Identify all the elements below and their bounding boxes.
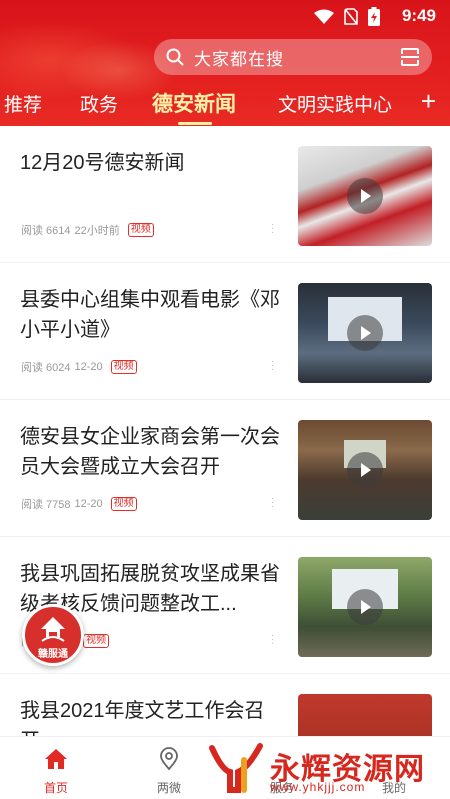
- more-options-icon[interactable]: · · ·: [271, 631, 274, 649]
- ganfutong-float-button[interactable]: 赣服通: [22, 604, 84, 666]
- tab-dean-news[interactable]: 德安新闻: [152, 88, 236, 118]
- list-item[interactable]: 德安县女企业家商会第一次会员大会暨成立大会召开 阅读 7758 12-20 视频…: [0, 400, 450, 537]
- app-header: 9:49 大家都在搜 推荐 政务 德安新闻 文明实践中心 +: [0, 0, 450, 126]
- battery-charging-icon: [368, 7, 380, 26]
- more-options-icon[interactable]: · · ·: [271, 220, 274, 238]
- float-button-label: 赣服通: [38, 649, 68, 660]
- news-thumbnail: [298, 146, 432, 246]
- video-badge: 视频: [110, 497, 137, 511]
- read-count: 阅读 6614: [21, 225, 71, 237]
- news-thumbnail: [298, 557, 432, 657]
- nav-label: 两微: [156, 781, 181, 795]
- read-count: 阅读 7758: [21, 499, 71, 511]
- publish-time: 12-20: [74, 361, 103, 373]
- status-time: 9:49: [401, 6, 436, 25]
- play-icon: [347, 452, 383, 488]
- tab-government[interactable]: 政务: [80, 90, 118, 117]
- news-thumbnail: [298, 283, 432, 383]
- nav-home[interactable]: 首页: [16, 737, 96, 799]
- more-options-icon[interactable]: · · ·: [271, 357, 274, 375]
- status-icons: [314, 7, 380, 26]
- ganfutong-logo-icon: [41, 617, 65, 642]
- no-sim-icon: [344, 8, 358, 25]
- tab-recommend[interactable]: 推荐: [4, 90, 42, 117]
- tab-civilization-center[interactable]: 文明实践中心: [278, 90, 400, 117]
- add-tab-icon[interactable]: +: [421, 88, 436, 114]
- active-tab-indicator: [178, 122, 212, 125]
- read-count: 阅读 6024: [21, 362, 71, 374]
- news-title: 县委中心组集中观看电影《邓小平小道》: [20, 289, 280, 341]
- scan-icon[interactable]: [400, 47, 420, 67]
- list-item[interactable]: 12月20号德安新闻 阅读 6614 22小时前 视频 · · ·: [0, 126, 450, 263]
- watermark-url: www.yhkjjj.com: [270, 780, 366, 794]
- search-placeholder: 大家都在搜: [194, 49, 284, 69]
- watermark-logo-icon: [209, 743, 263, 793]
- publish-time: 12-20: [74, 498, 103, 510]
- location-icon: [160, 747, 178, 771]
- search-icon: [166, 48, 184, 66]
- category-tabs: 推荐 政务 德安新闻 文明实践中心 +: [0, 84, 450, 126]
- news-thumbnail: [298, 694, 432, 736]
- news-meta: 阅读 7758 12-20 视频: [21, 496, 137, 512]
- play-icon: [347, 178, 383, 214]
- video-badge: 视频: [83, 634, 110, 648]
- list-item[interactable]: 县委中心组集中观看电影《邓小平小道》 阅读 6024 12-20 视频 · · ·: [0, 263, 450, 400]
- publish-time: 22小时前: [74, 225, 120, 237]
- news-title: 我县2021年度文艺工作会召开: [20, 700, 265, 736]
- news-meta: 阅读 6024 12-20 视频: [21, 359, 137, 375]
- more-options-icon[interactable]: · · ·: [271, 494, 274, 512]
- video-badge: 视频: [110, 360, 137, 374]
- play-icon: [347, 315, 383, 351]
- news-thumbnail: [298, 420, 432, 520]
- home-icon: [45, 749, 67, 769]
- status-bar: 9:49: [0, 0, 450, 32]
- video-badge: 视频: [127, 223, 154, 237]
- search-bar[interactable]: 大家都在搜: [154, 39, 432, 75]
- nav-label: 首页: [43, 781, 68, 795]
- list-item[interactable]: 我县2021年度文艺工作会召开: [0, 674, 450, 736]
- news-title: 德安县女企业家商会第一次会员大会暨成立大会召开: [20, 426, 280, 478]
- news-title: 12月20号德安新闻: [20, 152, 185, 174]
- play-icon: [347, 589, 383, 625]
- watermark: 永辉资源网 www.yhkjjj.com: [208, 740, 450, 799]
- news-meta: 阅读 6614 22小时前 视频: [21, 222, 154, 238]
- wifi-icon: [314, 9, 334, 24]
- nav-two-micro[interactable]: 两微: [129, 737, 209, 799]
